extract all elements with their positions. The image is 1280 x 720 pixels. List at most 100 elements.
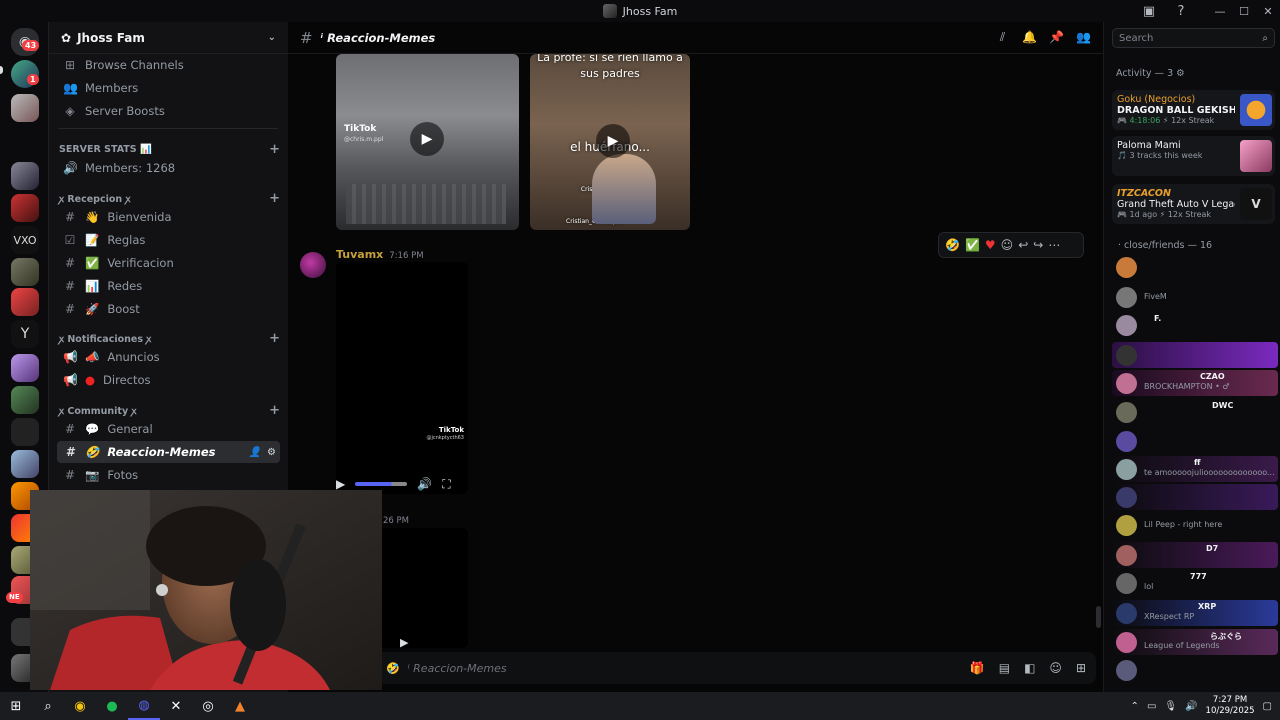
laugh-reaction-icon[interactable]: 🤣 [945, 238, 960, 252]
avatar[interactable] [300, 252, 326, 278]
bell-icon[interactable]: 🔔 [1022, 30, 1037, 45]
channel-verificacion[interactable]: # ✅ Verificacion [57, 252, 280, 274]
video-attachment[interactable]: TikTok @jcnkptycth63 [336, 262, 468, 494]
add-channel-icon[interactable]: + [269, 403, 280, 418]
channel-directos[interactable]: 📢 ● Directos [57, 369, 280, 391]
inbox-icon[interactable]: ▣ [1140, 2, 1158, 20]
category-server-stats[interactable]: SERVER STATS 📊 + [57, 140, 280, 158]
channel-members-count[interactable]: 🔊 Members: 1268 [57, 157, 280, 179]
friend-row[interactable]: te amooooojuliooooooooooooo... ff [1112, 456, 1278, 482]
play-icon[interactable]: ▶ [336, 477, 345, 491]
server-icon[interactable]: VXO [11, 226, 39, 254]
friend-row[interactable]: Lil Peep - right here [1112, 512, 1278, 538]
channel-general[interactable]: # 💬 General [57, 418, 280, 440]
mic-icon[interactable]: 🎙 [1164, 701, 1177, 712]
close-button[interactable]: ✕ [1256, 0, 1280, 22]
channel-anuncios[interactable]: 📢 📣 Anuncios [57, 346, 280, 368]
search-input[interactable]: Search ⌕ [1112, 28, 1275, 48]
server-header[interactable]: ✿ Jhoss Fam ⌄ [49, 22, 288, 54]
server-boosts-item[interactable]: ◈ Server Boosts [57, 100, 280, 122]
notifications-icon[interactable]: ▢ [1263, 701, 1272, 712]
search-icon[interactable]: ⌕ [32, 692, 64, 720]
channel-fotos[interactable]: # 📷 Fotos [57, 464, 280, 486]
fullscreen-icon[interactable]: ⛶ [442, 477, 450, 492]
friend-row[interactable]: FiveM [1112, 284, 1278, 310]
members-item[interactable]: 👥 Members [57, 77, 280, 99]
help-icon[interactable]: ? [1172, 2, 1190, 20]
server-icon[interactable] [11, 418, 39, 446]
server-icon[interactable] [11, 194, 39, 222]
category-community[interactable]: ꭗ Community ꭗ + [57, 401, 280, 419]
network-icon[interactable]: ▭ [1147, 701, 1156, 712]
category-recepcion[interactable]: ꭗ Recepcion ꭗ + [57, 189, 280, 207]
gift-icon[interactable]: 🎁 [970, 661, 985, 675]
video-attachment[interactable]: La profe: si se rien llamo a sus padres … [530, 54, 690, 230]
friend-row[interactable]: BROCKHAMPTON • ♂ CZAO [1112, 370, 1278, 396]
play-icon[interactable]: ▶ [596, 124, 630, 158]
friend-row[interactable]: D7 [1112, 542, 1278, 568]
maximize-button[interactable]: ☐ [1232, 0, 1256, 22]
scrollbar[interactable] [1096, 606, 1101, 628]
server-icon[interactable] [11, 94, 39, 122]
channel-boost[interactable]: # 🚀 Boost [57, 298, 280, 320]
activity-card[interactable]: Goku (Negocios) DRAGON BALL GEKISHIN ...… [1112, 90, 1275, 130]
gif-icon[interactable]: ▤ [999, 661, 1010, 675]
friend-row[interactable] [1112, 254, 1278, 280]
friend-row[interactable]: DWC [1112, 399, 1278, 425]
emoji-icon[interactable]: ☺ [1049, 661, 1062, 675]
members-list-icon[interactable]: 👥 [1076, 30, 1091, 45]
friend-row[interactable]: F. [1112, 312, 1278, 338]
friend-row[interactable]: League of Legends らぶぐら [1112, 629, 1278, 655]
pin-icon[interactable]: 📌 [1049, 30, 1064, 45]
channel-reaccion-memes[interactable]: # 🤣 Reaccion-Memes 👤 ⚙ [57, 441, 280, 463]
gear-icon[interactable]: ⚙ [1176, 68, 1185, 79]
forward-icon[interactable]: ↪ [1033, 238, 1043, 252]
video-attachment[interactable]: TikTok @chris.m.ppl ▶ [336, 54, 519, 230]
server-icon[interactable] [11, 162, 39, 190]
minimize-button[interactable]: — [1208, 0, 1232, 22]
add-channel-icon[interactable]: + [269, 191, 280, 206]
server-icon[interactable] [11, 450, 39, 478]
channel-reglas[interactable]: ☑ 📝 Reglas [57, 229, 280, 251]
friend-row[interactable] [1112, 657, 1278, 683]
volume-icon[interactable]: 🔊 [1185, 701, 1197, 712]
server-icon[interactable] [11, 354, 39, 382]
app-icon[interactable]: ▲ [224, 692, 256, 720]
activity-card[interactable]: ITZCACON Grand Theft Auto V Legacy 🎮 1d … [1112, 184, 1275, 224]
server-icon[interactable] [11, 258, 39, 286]
play-icon[interactable]: ▶ [400, 636, 408, 648]
volume-icon[interactable]: 🔊 [417, 477, 432, 491]
more-icon[interactable]: ⋯ [1048, 238, 1060, 252]
category-notificaciones[interactable]: ꭗ Notificaciones ꭗ + [57, 329, 280, 347]
progress-slider[interactable] [355, 482, 408, 486]
add-channel-icon[interactable]: + [269, 331, 280, 346]
friend-row[interactable] [1112, 484, 1278, 510]
channel-bienvenida[interactable]: # 👋 Bienvenida [57, 206, 280, 228]
heart-reaction-icon[interactable]: ♥ [985, 238, 996, 252]
sticker-icon[interactable]: ◧ [1024, 661, 1035, 675]
spotify-icon[interactable]: ● [96, 692, 128, 720]
windows-start-icon[interactable]: ⊞ [0, 692, 32, 720]
friend-row[interactable]: XRespect RP XRP [1112, 600, 1278, 626]
reply-icon[interactable]: ↩ [1018, 238, 1028, 252]
capcut-icon[interactable]: ✕ [160, 692, 192, 720]
message-author[interactable]: Tuvamx [336, 248, 383, 261]
friend-row[interactable] [1112, 428, 1278, 454]
activity-card[interactable]: Paloma Mami 🎵 3 tracks this week [1112, 136, 1275, 176]
settings-icon[interactable]: ⚙ [267, 447, 276, 458]
check-reaction-icon[interactable]: ✅ [965, 238, 980, 252]
server-icon[interactable] [11, 288, 39, 316]
server-icon[interactable] [11, 386, 39, 414]
obs-icon[interactable]: ◎ [192, 692, 224, 720]
play-icon[interactable]: ▶ [410, 122, 444, 156]
chrome-icon[interactable]: ◉ [64, 692, 96, 720]
friend-row[interactable] [1112, 342, 1278, 368]
channel-redes[interactable]: # 📊 Redes [57, 275, 280, 297]
clock[interactable]: 7:27 PM 10/29/2025 [1206, 695, 1255, 717]
add-reaction-icon[interactable]: ☺ [1001, 238, 1014, 252]
chevron-up-icon[interactable]: ⌃ [1131, 701, 1139, 712]
discord-icon[interactable]: ◍ [128, 692, 160, 720]
message-composer[interactable]: 🤣 ⁱ Reaccion-Memes 🎁 ▤ ◧ ☺ ⊞ [376, 652, 1096, 684]
friend-row[interactable]: lol 777 [1112, 570, 1278, 596]
invite-icon[interactable]: 👤 [249, 447, 261, 458]
